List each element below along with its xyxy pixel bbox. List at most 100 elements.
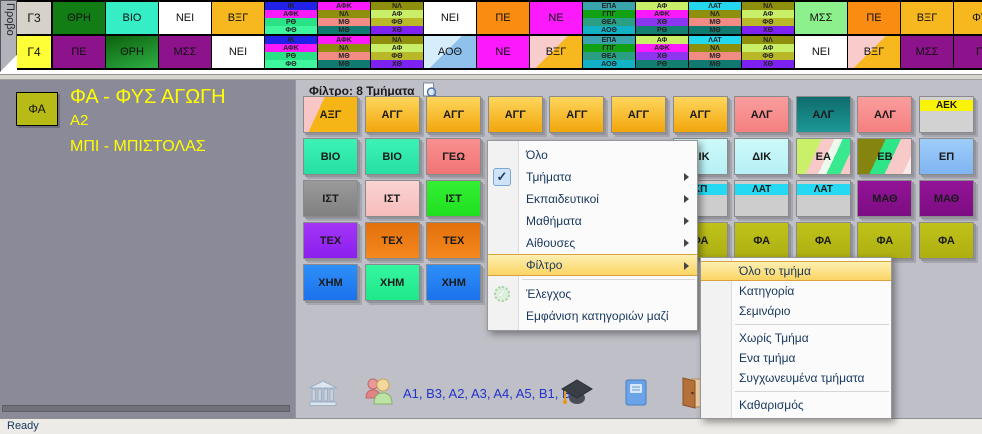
menu-item[interactable]: Χωρίς Τμήμα [701, 328, 891, 348]
timetable-cell[interactable]: ΒΞΓ [530, 36, 583, 68]
subject-button[interactable]: ΑΓΓ [549, 96, 604, 133]
timetable-cell[interactable]: ΝΕ [477, 36, 530, 68]
subject-button[interactable]: ΦΑ [857, 222, 912, 259]
subject-button[interactable]: ΙΣΤ [303, 180, 358, 217]
subject-button[interactable]: ΛΑΤ [796, 180, 851, 217]
timetable-cell[interactable]: ΑΦΑΦΚΧΘΡΘ [636, 36, 689, 68]
timetable-cell[interactable]: ΛΑΤΝΛΜΘΜΘ [689, 36, 742, 68]
subject-button-label: ΓΕΩ [442, 151, 465, 163]
timetable-cell[interactable]: ΒΞΓ [212, 2, 265, 34]
row-header[interactable]: Γ4 [17, 36, 53, 68]
timetable-cell[interactable]: ΘΡΗ [106, 36, 159, 68]
subject-button[interactable]: ΜΑΘ [857, 180, 912, 217]
subject-button[interactable]: ΙΣΤ [365, 180, 420, 217]
timetable-cell[interactable]: ΛΑΤΝΛΜΘΜΘ [689, 2, 742, 34]
timetable-cell[interactable]: ΒΞΓ [848, 36, 901, 68]
subject-button[interactable]: ΑΞΓ [303, 96, 358, 133]
subject-button[interactable]: ΑΛΓ [734, 96, 789, 133]
subject-button[interactable]: ΙΣΤ [426, 180, 481, 217]
menu-item[interactable]: Μαθήματα [488, 210, 697, 232]
timetable-cell[interactable]: ΠΕ [848, 2, 901, 34]
subject-button[interactable]: ΧΗΜ [365, 264, 420, 301]
subject-button[interactable]: ΑΓΓ [673, 96, 728, 133]
subject-button[interactable]: ΑΛΓ [857, 96, 912, 133]
timetable-cell[interactable]: ΒΞΓ [901, 2, 954, 34]
timetable-cell[interactable]: ΒΙΟ [106, 2, 159, 34]
timetable-cell[interactable]: ΝΛΑΦΦΘΧΘ [371, 2, 424, 34]
subject-button[interactable]: ΤΕΧ [426, 222, 481, 259]
subject-button[interactable]: ΜΑΘ [919, 180, 974, 217]
subject-button[interactable]: ΕΠ [919, 138, 974, 175]
timetable-cell[interactable]: ΝΕΙ [424, 2, 477, 34]
timetable-cell[interactable]: ΑΟΘ [424, 36, 477, 68]
subject-button[interactable]: ΑΕΚ [919, 96, 974, 133]
subject-button[interactable]: ΤΕΧ [303, 222, 358, 259]
subject-button[interactable]: ΦΑ [796, 222, 851, 259]
subject-button[interactable]: ΒΙΟ [365, 138, 420, 175]
timetable-cell[interactable]: ΝΕ [530, 2, 583, 34]
subject-button[interactable]: ΑΓΓ [426, 96, 481, 133]
menu-item[interactable]: Καθαρισμός [701, 395, 891, 415]
people-icon[interactable] [362, 376, 398, 411]
timetable-cell[interactable]: ΝΛΑΦΦΘΧΘ [742, 2, 795, 34]
checked-checkbox-icon[interactable]: ✓ [493, 168, 511, 186]
horizontal-scrollbar[interactable] [2, 405, 290, 412]
subject-button[interactable]: ΑΓΓ [611, 96, 666, 133]
timetable-cell[interactable]: ΑΦΑΦΚΧΘΡΘ [636, 2, 689, 34]
subject-badge[interactable]: ΦΑ [16, 92, 58, 126]
subject-button[interactable]: ΦΑ [734, 222, 789, 259]
timetable-cell[interactable]: ΘΡΗ [53, 2, 106, 34]
subject-button[interactable]: ΛΑΤ [734, 180, 789, 217]
timetable-substripe: ΑΦ [742, 44, 794, 52]
timetable-cell[interactable]: ΦΥ [954, 2, 982, 34]
subject-button[interactable]: ΕΑ [796, 138, 851, 175]
subject-button[interactable]: ΤΕΧ [365, 222, 420, 259]
timetable-cell[interactable]: ΜΣΣ [159, 36, 212, 68]
menu-item[interactable]: Σεμινάριο [701, 301, 891, 321]
timetable-cell[interactable]: ΝΛΑΦΦΘΧΘ [742, 36, 795, 68]
subject-button[interactable]: ΑΛΓ [796, 96, 851, 133]
menu-item[interactable]: Ενα τμήμα [701, 348, 891, 368]
subject-button[interactable]: ΦΑ [919, 222, 974, 259]
menu-item[interactable]: Εμφάνιση κατηγοριών μαζί [488, 305, 697, 327]
graduation-cap-icon[interactable] [559, 378, 593, 413]
timetable-cell[interactable]: ΝΕΙ [795, 36, 848, 68]
subject-button[interactable]: ΑΓΓ [365, 96, 420, 133]
timetable-substripe: ΙΚ [265, 2, 317, 10]
timetable-cell[interactable]: ΝΕΙ [159, 2, 212, 34]
subject-button[interactable]: ΧΗΜ [303, 264, 358, 301]
menu-item[interactable]: Κατηγορία [701, 281, 891, 301]
timetable-cell[interactable]: ΝΛΑΦΦΘΧΘ [371, 36, 424, 68]
building-icon[interactable] [308, 380, 338, 412]
book-icon[interactable] [624, 379, 648, 412]
timetable-cell[interactable]: ΑΦΚΝΛΜΘΜΘ [318, 36, 371, 68]
subject-button[interactable]: ΓΕΩ [426, 138, 481, 175]
menu-item[interactable]: Φίλτρο [488, 254, 697, 276]
view-tab[interactable]: Προβο [0, 0, 17, 72]
row-header[interactable]: Γ3 [17, 2, 53, 34]
menu-item[interactable]: Όλο το τμήμα [701, 261, 891, 281]
subject-button[interactable]: ΑΓΓ [488, 96, 543, 133]
timetable-cell[interactable]: ΑΦΚΝΛΜΘΜΘ [318, 2, 371, 34]
timetable-cell[interactable]: ΜΣΣ [795, 2, 848, 34]
menu-item[interactable]: Συγχωνευμένα τμήματα [701, 368, 891, 388]
timetable-substripe: ΑΦ [636, 2, 688, 10]
subject-button[interactable]: ΕΒ [857, 138, 912, 175]
timetable-cell[interactable]: ΕΠΑΓΠΓΘΕΑΑΟΘ [583, 2, 636, 34]
timetable-cell[interactable]: ΠΕ [477, 2, 530, 34]
menu-item[interactable]: Όλο [488, 144, 697, 166]
timetable-cell[interactable]: ΠΕ [53, 36, 106, 68]
timetable-cell[interactable]: Π [954, 36, 982, 68]
menu-item[interactable]: ✓Τμήματα [488, 166, 697, 188]
menu-item[interactable]: Εκπαιδευτικοί [488, 188, 697, 210]
menu-item[interactable]: ✓Έλεγχος [488, 283, 697, 305]
timetable-cell[interactable]: ΕΠΑΓΠΓΘΕΑΑΟΘ [583, 36, 636, 68]
subject-button[interactable]: ΧΗΜ [426, 264, 481, 301]
timetable-cell[interactable]: ΜΣΣ [901, 36, 954, 68]
timetable-cell[interactable]: ΝΕΙ [212, 36, 265, 68]
timetable-cell[interactable]: ΙΚΑΦΚΡΘΦΘ [265, 2, 318, 34]
subject-button[interactable]: ΔΙΚ [734, 138, 789, 175]
timetable-cell[interactable]: ΙΚΑΦΚΡΘΦΘ [265, 36, 318, 68]
menu-item[interactable]: Αίθουσες [488, 232, 697, 254]
subject-button[interactable]: ΒΙΟ [303, 138, 358, 175]
